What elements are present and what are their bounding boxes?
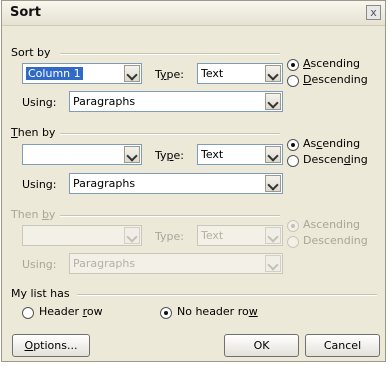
chevron-down-icon[interactable] xyxy=(265,146,281,163)
then-by-1-ascending-label: Ascending xyxy=(303,137,361,150)
sort-by-type-select[interactable]: Text xyxy=(197,63,283,84)
chevron-down-icon[interactable] xyxy=(265,175,281,192)
sort-by-type-label: Type: xyxy=(155,68,184,81)
divider xyxy=(60,215,280,217)
chevron-down-icon[interactable] xyxy=(265,93,281,110)
cancel-button[interactable]: Cancel xyxy=(305,334,380,357)
then-by-2-ascending-radio[interactable] xyxy=(287,220,299,232)
sort-by-group-label: Sort by xyxy=(11,46,51,59)
no-header-row-label: No header row xyxy=(177,305,258,318)
chevron-down-icon[interactable] xyxy=(124,146,140,163)
then-by-2-group-label: Then by xyxy=(11,208,56,221)
then-by-1-type-label: Type: xyxy=(155,149,184,162)
then-by-2-type-select[interactable]: Text xyxy=(197,225,283,246)
then-by-2-type-value: Text xyxy=(201,229,224,242)
no-header-row-radio[interactable] xyxy=(160,307,172,319)
sort-dialog: Sort x Sort by Column 1 Type: Text Ascen… xyxy=(1,0,386,362)
then-by-1-group-label: Then by xyxy=(11,126,56,139)
sort-by-using-label: Using: xyxy=(22,96,57,109)
then-by-2-column-select[interactable] xyxy=(22,225,142,246)
sort-by-column-value: Column 1 xyxy=(26,67,83,80)
chevron-down-icon[interactable] xyxy=(265,255,281,272)
then-by-1-column-select[interactable] xyxy=(22,144,142,165)
sort-by-ascending-radio[interactable] xyxy=(287,59,299,71)
then-by-1-type-select[interactable]: Text xyxy=(197,144,283,165)
chevron-down-icon[interactable] xyxy=(265,65,281,82)
then-by-2-descending-radio[interactable] xyxy=(287,236,299,248)
then-by-2-using-value: Paragraphs xyxy=(73,257,136,270)
close-icon[interactable]: x xyxy=(366,5,381,20)
then-by-2-using-select[interactable]: Paragraphs xyxy=(69,253,283,274)
then-by-1-using-label: Using: xyxy=(22,178,57,191)
chevron-down-icon[interactable] xyxy=(124,227,140,244)
divider xyxy=(60,133,280,135)
then-by-2-type-label: Type: xyxy=(155,230,184,243)
sort-by-descending-radio[interactable] xyxy=(287,75,299,87)
then-by-2-descending-label: Descending xyxy=(303,234,368,247)
sort-by-using-value: Paragraphs xyxy=(73,95,136,108)
options-button[interactable]: Options... xyxy=(12,334,90,357)
sort-by-column-select[interactable]: Column 1 xyxy=(22,63,142,84)
sort-by-using-select[interactable]: Paragraphs xyxy=(69,91,283,112)
then-by-1-using-select[interactable]: Paragraphs xyxy=(69,173,283,194)
divider xyxy=(77,294,377,296)
sort-by-ascending-label: Ascending xyxy=(303,57,361,70)
my-list-has-group-label: My list has xyxy=(11,287,70,300)
header-row-label: Header row xyxy=(39,305,103,318)
then-by-1-using-value: Paragraphs xyxy=(73,177,136,190)
sort-by-descending-label: Descending xyxy=(303,73,368,86)
dialog-title: Sort xyxy=(10,5,41,20)
then-by-2-using-label: Using: xyxy=(22,258,57,271)
then-by-2-ascending-label: Ascending xyxy=(303,218,361,231)
title-bar: Sort x xyxy=(2,1,385,26)
then-by-1-descending-radio[interactable] xyxy=(287,155,299,167)
header-row-radio[interactable] xyxy=(22,307,34,319)
sort-by-type-value: Text xyxy=(201,67,224,80)
then-by-1-ascending-radio[interactable] xyxy=(287,139,299,151)
then-by-1-type-value: Text xyxy=(201,148,224,161)
ok-button[interactable]: OK xyxy=(224,334,299,357)
chevron-down-icon[interactable] xyxy=(124,65,140,82)
chevron-down-icon[interactable] xyxy=(265,227,281,244)
divider xyxy=(60,53,280,55)
then-by-1-descending-label: Descending xyxy=(303,153,368,166)
